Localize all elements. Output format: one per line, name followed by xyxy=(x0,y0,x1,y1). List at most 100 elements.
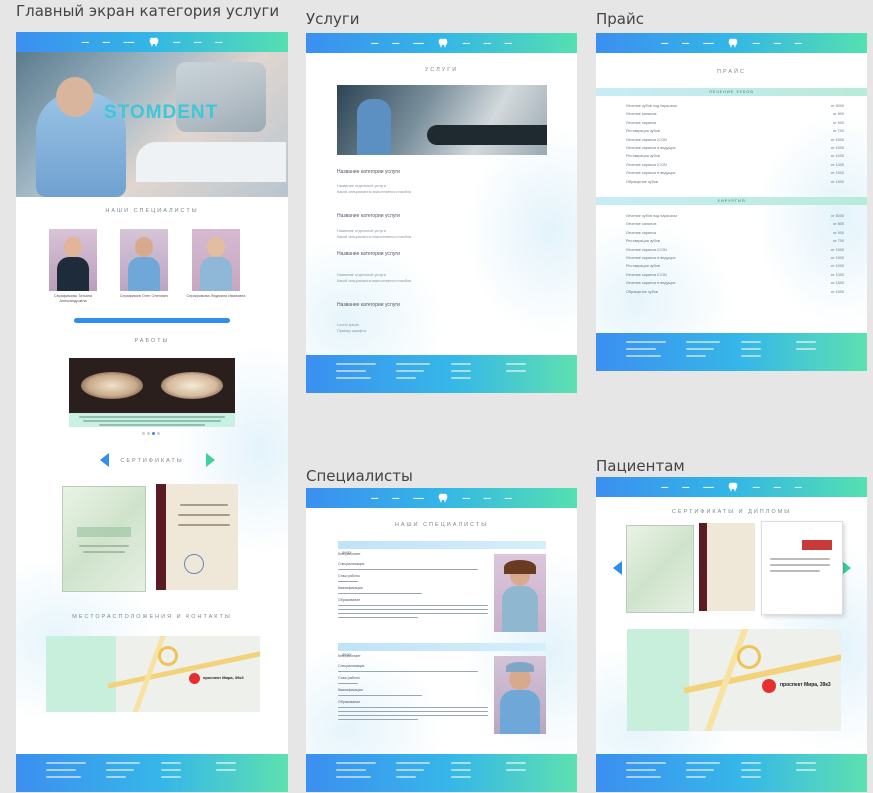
price-row: Обращение зубов от 1500 xyxy=(626,288,844,296)
nav-link[interactable]: ▬▬▬ xyxy=(413,496,424,500)
tooth-logo-icon[interactable] xyxy=(438,37,449,49)
service-category[interactable]: Название категории услуги xyxy=(337,169,400,176)
price-list: Лечение зубов под наркозом от 3000 Лечение… xyxy=(626,212,844,296)
works-dots[interactable] xyxy=(142,432,160,435)
price-item-name: Реставрация зубов xyxy=(626,154,660,159)
specialist-card: ФИО Кем работает Специализация Стаж рабо… xyxy=(338,643,546,735)
specialist-photo[interactable] xyxy=(120,229,168,291)
specialist-photo[interactable] xyxy=(49,229,97,291)
nav-link[interactable]: ▬▬ xyxy=(463,41,470,45)
price-heading: ПРАЙС xyxy=(717,69,746,75)
nav-link[interactable]: ▬▬ xyxy=(371,41,378,45)
nav-link[interactable]: ▬▬ xyxy=(82,40,89,44)
service-category[interactable]: Название категории услуги xyxy=(337,213,400,220)
nav-link[interactable]: ▬▬ xyxy=(484,496,491,500)
footer xyxy=(596,754,867,792)
price-row: Лечение кариеса ICON от 1500 xyxy=(626,246,844,254)
price-row: Лечение кариеса ICON от 1000 xyxy=(626,271,844,279)
nav-link[interactable]: ▬▬ xyxy=(194,40,201,44)
tooth-logo-icon[interactable] xyxy=(728,481,739,493)
price-item-name: Реставрация зубов xyxy=(626,239,660,244)
nav-link[interactable]: ▬▬ xyxy=(392,41,399,45)
next-arrow-icon[interactable] xyxy=(842,561,851,575)
price-row: Реставрация зубов от 1000 xyxy=(626,262,844,270)
nav-link[interactable]: ▬▬ xyxy=(392,496,399,500)
map[interactable]: проспект Мира, 39к3 xyxy=(627,629,841,731)
frame-services: ▬▬ ▬▬ ▬▬▬ ▬▬ ▬▬ ▬▬ УСЛУГИ Название категории… xyxy=(306,33,577,393)
price-row: Реставрация зубов от 1000 xyxy=(626,152,844,160)
specialist-photo[interactable] xyxy=(192,229,240,291)
nav-link[interactable]: ▬▬ xyxy=(682,485,689,489)
map-pin-icon[interactable] xyxy=(189,673,200,684)
nav-link[interactable]: ▬▬ xyxy=(103,40,110,44)
frame-title-specialists: Специалисты xyxy=(306,467,413,485)
map[interactable]: проспект Мира, 39к3 xyxy=(46,636,260,712)
price-item-value: от 3000 xyxy=(830,214,844,218)
nav-link[interactable]: ▬▬ xyxy=(795,41,802,45)
nav-link[interactable]: ▬▬ xyxy=(753,485,760,489)
nav-link[interactable]: ▬▬ xyxy=(774,41,781,45)
diploma-image[interactable] xyxy=(156,484,238,590)
certificate-image[interactable] xyxy=(626,525,694,613)
price-row: Лечение зубов под наркозом от 3000 xyxy=(626,102,844,110)
diploma-image[interactable] xyxy=(699,523,755,611)
card-header: ФИО xyxy=(338,643,546,657)
service-category[interactable]: Название категории услуги xyxy=(337,302,400,309)
card-header: ФИО xyxy=(338,541,546,555)
tooth-logo-icon[interactable] xyxy=(438,492,449,504)
service-item[interactable]: Название отдельной услуги xyxy=(337,273,386,278)
nav-link[interactable]: ▬▬ xyxy=(661,485,668,489)
nav-link[interactable]: ▬▬▬ xyxy=(124,40,135,44)
price-item-name: Лечение кариеса xyxy=(626,120,657,125)
hero-brand: STOMDENT xyxy=(104,102,219,123)
card-field: Специализация xyxy=(338,664,365,668)
nav-link[interactable]: ▬▬ xyxy=(173,40,180,44)
nav-link[interactable]: ▬▬ xyxy=(463,496,470,500)
service-item[interactable]: Название отдельной услуги xyxy=(337,229,386,234)
footer xyxy=(16,754,288,792)
price-item-value: от 1000 xyxy=(830,272,844,277)
price-item-value: от 1000 xyxy=(830,154,844,159)
tooth-logo-icon[interactable] xyxy=(148,36,159,48)
next-arrow-icon[interactable] xyxy=(206,453,215,467)
nav-link[interactable]: ▬▬ xyxy=(795,485,802,489)
nav-link[interactable]: ▬▬▬ xyxy=(413,41,424,45)
service-item[interactable]: Название отдельной услуги xyxy=(337,184,386,189)
certificate-image[interactable] xyxy=(62,486,146,592)
nav-link[interactable]: ▬▬ xyxy=(753,41,760,45)
certificate-image[interactable] xyxy=(761,521,843,615)
tooth-logo-icon[interactable] xyxy=(728,37,739,49)
nav-link[interactable]: ▬▬ xyxy=(371,496,378,500)
price-row: Лечение каналов от 800 xyxy=(626,220,844,228)
price-group-band: ХИРУРГИЯ xyxy=(596,197,867,205)
frame-price: ▬▬ ▬▬ ▬▬▬ ▬▬ ▬▬ ▬▬ ПРАЙС ЛЕЧЕНИЕ ЗУБОВ Лечен… xyxy=(596,33,867,371)
nav-link[interactable]: ▬▬ xyxy=(682,41,689,45)
nav-link[interactable]: ▬▬ xyxy=(774,485,781,489)
service-item[interactable]: Какой специалисты выполняется пласбла xyxy=(337,190,411,195)
price-row: Лечение кариеса от 500 xyxy=(626,229,844,237)
service-category[interactable]: Название категории услуги xyxy=(337,251,400,258)
price-item-value: от 500 xyxy=(832,230,844,235)
price-row: Лечение кариеса ICON от 1000 xyxy=(626,161,844,169)
nav-link[interactable]: ▬▬▬ xyxy=(703,41,714,45)
map-pin-icon[interactable] xyxy=(762,679,776,693)
nav-link[interactable]: ▬▬ xyxy=(661,41,668,45)
nav-link[interactable]: ▬▬ xyxy=(505,496,512,500)
lorem-text: Пример шрифта xyxy=(337,329,366,333)
nav-link[interactable]: ▬▬ xyxy=(505,41,512,45)
frame-patients: ▬▬ ▬▬ ▬▬▬ ▬▬ ▬▬ ▬▬ СЕРТИФИКАТЫ И ДИПЛОМЫ про… xyxy=(596,477,867,792)
price-item-value: от 700 xyxy=(832,129,844,134)
service-item[interactable]: Какой специалисты выполняется пласбла xyxy=(337,279,411,284)
price-row: Лечение кариеса в ведущих от 1500 xyxy=(626,254,844,262)
card-field: Стаж работы xyxy=(338,574,360,578)
nav-link[interactable]: ▬▬ xyxy=(484,41,491,45)
service-item[interactable]: Какой специалисты выполняется пласбла xyxy=(337,235,411,240)
nav-link[interactable]: ▬▬▬ xyxy=(703,485,714,489)
specialists-scrollbar[interactable] xyxy=(74,318,230,323)
prev-arrow-icon[interactable] xyxy=(613,561,622,575)
frame-title-services: Услуги xyxy=(306,10,360,28)
nav-link[interactable]: ▬▬ xyxy=(215,40,222,44)
price-item-name: Лечение каналов xyxy=(626,222,657,227)
frame-title-home: Главный экран категория услуги xyxy=(16,2,280,20)
price-item-name: Обращение зубов xyxy=(626,179,658,184)
